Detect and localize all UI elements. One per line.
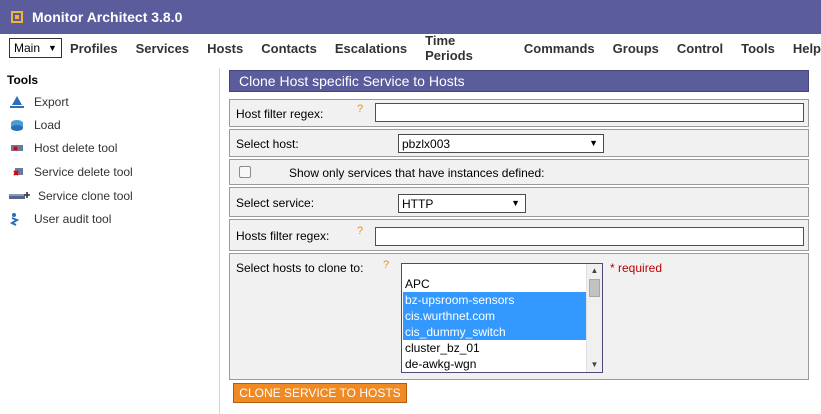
list-item[interactable]: de-awkg-wgn xyxy=(403,356,586,372)
list-item[interactable]: cluster_bz_01 xyxy=(403,340,586,356)
select-service-label: Select service: xyxy=(236,196,315,210)
menu-bar: Main ▼ Profiles Services Hosts Contacts … xyxy=(0,33,821,63)
host-delete-icon xyxy=(8,141,26,155)
chevron-down-icon: ▼ xyxy=(48,43,57,53)
user-audit-icon xyxy=(8,212,26,226)
chevron-down-icon: ▼ xyxy=(511,198,520,208)
scrollbar-thumb[interactable] xyxy=(589,279,600,297)
scroll-down-icon[interactable]: ▼ xyxy=(587,358,602,372)
host-filter-input[interactable] xyxy=(375,103,804,122)
menu-item-services[interactable]: Services xyxy=(136,41,190,56)
show-only-label: Show only services that have instances d… xyxy=(289,166,545,180)
menu-item-hosts[interactable]: Hosts xyxy=(207,41,243,56)
list-item[interactable]: cis_dummy_switch xyxy=(403,324,586,340)
chevron-down-icon: ▼ xyxy=(589,138,598,148)
list-item[interactable]: cis.wurthnet.com xyxy=(403,308,586,324)
hosts-filter-label: Hosts filter regex: xyxy=(236,229,330,243)
sidebar-item-user-audit[interactable]: User audit tool xyxy=(8,212,111,226)
service-clone-icon xyxy=(8,189,32,203)
service-delete-icon xyxy=(8,165,26,179)
menu-item-help[interactable]: Help xyxy=(793,41,821,56)
scroll-up-icon[interactable]: ▲ xyxy=(587,264,602,278)
sidebar-heading: Tools xyxy=(7,73,39,87)
app-title: Monitor Architect 3.8.0 xyxy=(32,9,183,25)
tools-sidebar: Tools Export Load Host delete tool Servi… xyxy=(0,68,220,414)
sidebar-item-service-delete[interactable]: Service delete tool xyxy=(8,165,133,179)
hosts-filter-input[interactable] xyxy=(375,227,804,246)
menu-item-time-periods[interactable]: Time Periods xyxy=(425,33,506,63)
menu-item-control[interactable]: Control xyxy=(677,41,723,56)
hosts-filter-row: Hosts filter regex: ? xyxy=(229,219,809,251)
select-host-row: Select host: pbzlx003 ▼ xyxy=(229,129,809,157)
help-icon[interactable]: ? xyxy=(357,225,363,237)
menu-item-contacts[interactable]: Contacts xyxy=(261,41,317,56)
sidebar-item-service-clone[interactable]: Service clone tool xyxy=(8,189,133,203)
title-bar: Monitor Architect 3.8.0 xyxy=(0,0,821,34)
app-logo-icon xyxy=(11,11,23,23)
clone-to-row: Select hosts to clone to: ? APC bz-upsro… xyxy=(229,253,809,380)
sidebar-item-host-delete[interactable]: Host delete tool xyxy=(8,141,117,155)
show-only-row: Show only services that have instances d… xyxy=(229,159,809,185)
menu-item-groups[interactable]: Groups xyxy=(613,41,659,56)
host-filter-row: Host filter regex: ? xyxy=(229,99,809,127)
required-note: * required xyxy=(610,261,663,275)
clone-service-button[interactable]: CLONE SERVICE TO HOSTS xyxy=(233,383,407,403)
select-service-row: Select service: HTTP ▼ xyxy=(229,187,809,217)
listbox-scrollbar[interactable]: ▲ ▼ xyxy=(586,264,602,372)
show-only-checkbox[interactable] xyxy=(239,166,251,178)
menu-item-commands[interactable]: Commands xyxy=(524,41,595,56)
select-host-dropdown[interactable]: pbzlx003 ▼ xyxy=(398,134,604,153)
menu-item-tools[interactable]: Tools xyxy=(741,41,775,56)
hosts-listbox[interactable]: APC bz-upsroom-sensors cis.wurthnet.com … xyxy=(401,263,603,373)
sidebar-item-export[interactable]: Export xyxy=(8,95,69,109)
help-icon[interactable]: ? xyxy=(357,103,363,115)
clone-to-label: Select hosts to clone to: xyxy=(236,261,364,275)
select-host-label: Select host: xyxy=(236,137,299,151)
sidebar-item-load[interactable]: Load xyxy=(8,118,61,132)
host-filter-label: Host filter regex: xyxy=(236,107,324,121)
panel-title: Clone Host specific Service to Hosts xyxy=(229,70,809,92)
list-item[interactable]: bz-upsroom-sensors xyxy=(403,292,586,308)
menu-item-escalations[interactable]: Escalations xyxy=(335,41,407,56)
export-icon xyxy=(8,95,26,109)
menu-item-profiles[interactable]: Profiles xyxy=(70,41,118,56)
main-menu-select[interactable]: Main ▼ xyxy=(9,38,62,58)
load-icon xyxy=(8,118,26,132)
list-item[interactable]: APC xyxy=(403,276,586,292)
select-service-dropdown[interactable]: HTTP ▼ xyxy=(398,194,526,213)
help-icon[interactable]: ? xyxy=(383,259,389,271)
